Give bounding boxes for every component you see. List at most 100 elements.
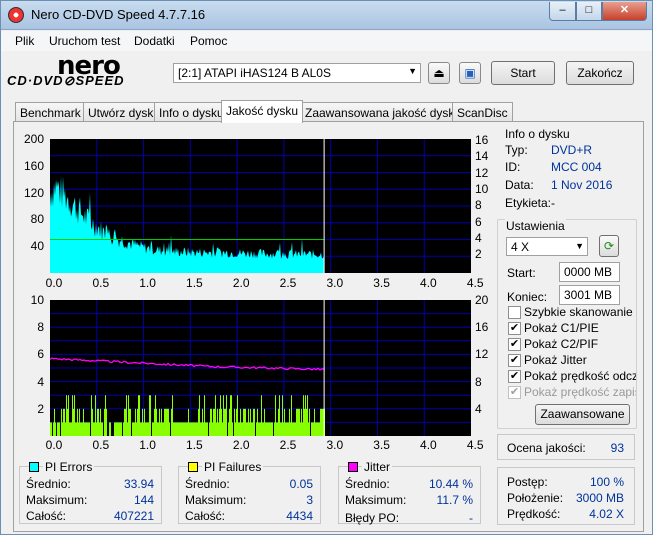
settings-title: Ustawienia — [505, 219, 566, 233]
refresh-speed-button[interactable]: ⟳ — [599, 235, 619, 257]
pi-failure-bar — [207, 422, 208, 436]
pi-failure-bar — [286, 422, 287, 436]
pi-failure-bar — [128, 395, 129, 436]
checkbox-2[interactable]: ✔ — [508, 338, 521, 351]
pi-failure-bar — [256, 422, 257, 436]
pi-failure-bar — [57, 422, 58, 436]
checkbox-0[interactable] — [508, 306, 521, 319]
pi-failures-total-label: Całość: — [185, 509, 226, 523]
minimize-button[interactable]: – — [549, 2, 576, 21]
pi-failure-bar — [95, 395, 96, 436]
save-button[interactable]: ▣ — [459, 62, 481, 84]
pi-failure-bar — [259, 422, 260, 436]
checkbox-5[interactable]: ✔ — [508, 386, 521, 399]
pi-failure-bar — [196, 422, 197, 436]
tab-zaawansowana-jakosc-dysku[interactable]: Zaawansowana jakość dysku — [300, 102, 467, 122]
pi-failure-bar — [129, 408, 130, 436]
menu-uruchom-test[interactable]: Uruchom test — [49, 34, 120, 48]
pi-failure-bar — [66, 395, 67, 436]
pi-failure-bar — [232, 422, 233, 436]
disc-id-value: MCC 004 — [551, 160, 602, 174]
pi-failure-bar — [275, 395, 276, 436]
pi-failure-bar — [219, 408, 220, 436]
pi-failure-bar — [75, 422, 76, 436]
pi-failures-avg-value: 0.05 — [289, 477, 313, 491]
tab-info-o-dysku[interactable]: Info o dysku — [154, 102, 229, 122]
pi-failure-bar — [168, 408, 169, 436]
pi-failure-bar — [236, 408, 237, 436]
pi-errors-area — [50, 176, 325, 273]
pi-failures-jitter-chart-svg — [49, 300, 471, 436]
pi-failure-bar — [77, 408, 78, 436]
disc-date-value: 1 Nov 2016 — [551, 178, 613, 192]
menu-pomoc[interactable]: Pomoc — [190, 34, 227, 48]
advanced-button[interactable]: Zaawansowane — [535, 404, 630, 425]
pi-failure-bar — [126, 395, 127, 436]
pi-failure-bar — [277, 422, 278, 436]
close-button[interactable]: ✕ — [602, 2, 647, 21]
pi-errors-avg-label: Średnio: — [26, 477, 71, 491]
quality-score-label: Ocena jakości: — [507, 441, 586, 455]
pi-failure-bar — [292, 422, 293, 436]
pi-failure-bar — [262, 422, 263, 436]
pi-failure-bar — [203, 422, 204, 436]
maximize-button[interactable]: □ — [576, 2, 602, 21]
speed-select[interactable]: 4 X ▼ — [506, 237, 588, 256]
pi-failure-bar — [245, 408, 246, 436]
menu-dodatki[interactable]: Dodatki — [134, 34, 175, 48]
title-bar[interactable]: Nero CD-DVD Speed 4.7.7.16 – □ ✕ — [1, 1, 652, 30]
pi-failure-bar — [322, 408, 323, 436]
pi-failure-bar — [206, 422, 207, 436]
checkbox-1[interactable]: ✔ — [508, 322, 521, 335]
jitter-title: Jitter — [362, 460, 393, 474]
pi-failure-bar — [302, 422, 303, 436]
pi-failure-bar — [68, 395, 69, 436]
tab-benchmark[interactable]: Benchmark — [15, 102, 86, 122]
x-axis-tick: 1.5 — [186, 276, 203, 290]
pi-failure-bar — [154, 408, 155, 436]
pi-failure-bar — [116, 422, 117, 436]
start-input[interactable]: 0000 MB — [559, 262, 620, 282]
checkbox-label-4: Pokaż prędkość odczytu — [524, 369, 636, 383]
start-button[interactable]: Start — [491, 61, 555, 85]
exit-button[interactable]: Zakończ — [566, 61, 634, 85]
pi-failure-bar — [209, 422, 210, 436]
pi-failure-bar — [78, 422, 79, 436]
jitter-stats: Jitter Średnio: 10.44 % Maksimum: 11.7 %… — [338, 460, 481, 525]
left-axis-tick: 4 — [37, 374, 44, 389]
pi-failure-bar — [305, 395, 306, 436]
x-axis-tick: 2.5 — [279, 276, 297, 290]
pi-failure-bar — [283, 422, 284, 436]
tab-scandisc[interactable]: ScanDisc — [452, 102, 513, 122]
pi-failure-bar — [53, 422, 54, 436]
tab-jakosc-dysku[interactable]: Jakość dysku — [221, 100, 304, 123]
pi-failure-bar — [311, 422, 312, 436]
checkbox-4[interactable]: ✔ — [508, 370, 521, 383]
pi-failures-total-value: 4434 — [286, 509, 313, 523]
pi-failure-bar — [280, 422, 281, 436]
pi-failure-bar — [80, 422, 81, 436]
pi-failure-bar — [72, 395, 73, 436]
pi-failure-bar — [250, 408, 251, 436]
checkbox-label-1: Pokaż C1/PIE — [524, 321, 599, 335]
pi-failure-bar — [307, 395, 308, 436]
pi-failure-bar — [150, 395, 151, 436]
end-input[interactable]: 3001 MB — [559, 285, 620, 305]
chevron-down-icon: ▼ — [575, 241, 584, 251]
pi-failure-bar — [254, 408, 255, 436]
pi-errors-max-label: Maksimum: — [26, 493, 88, 507]
pi-failure-bar — [265, 422, 266, 436]
pi-failure-bar — [202, 408, 203, 436]
disc-label-label: Etykieta: — [505, 196, 552, 210]
tab-utworz-dysk[interactable]: Utwórz dysk — [83, 102, 159, 122]
x-axis-tick: 1.5 — [186, 438, 203, 452]
drive-select[interactable]: [2:1] ATAPI iHAS124 B AL0S ▼ — [173, 63, 421, 83]
pi-failures-max-label: Maksimum: — [185, 493, 247, 507]
checkbox-3[interactable]: ✔ — [508, 354, 521, 367]
eject-button[interactable]: ⏏ — [428, 62, 450, 84]
pi-failure-bar — [63, 408, 64, 436]
right-axis-tick: 12 — [475, 347, 489, 362]
jitter-swatch — [348, 462, 358, 472]
menu-plik[interactable]: Plik — [15, 34, 34, 48]
pi-failure-bar — [135, 408, 136, 436]
